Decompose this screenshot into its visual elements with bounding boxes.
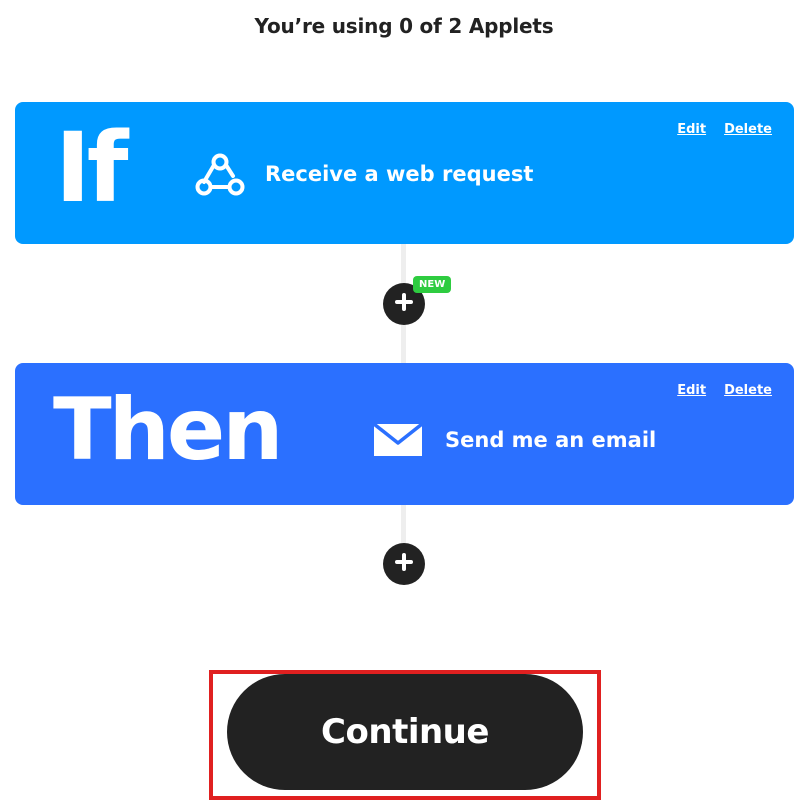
trigger-edit-link[interactable]: Edit [677, 122, 706, 137]
trigger-delete-link[interactable]: Delete [724, 122, 772, 137]
plus-icon [395, 553, 413, 575]
trigger-keyword: If [55, 112, 129, 224]
plus-icon [395, 293, 413, 315]
action-edit-link[interactable]: Edit [677, 383, 706, 398]
action-label: Send me an email [445, 428, 657, 452]
action-delete-link[interactable]: Delete [724, 383, 772, 398]
action-actions: Edit Delete [677, 383, 772, 398]
connector-line-bottom [401, 504, 406, 546]
continue-button[interactable]: Continue [227, 674, 583, 790]
trigger-actions: Edit Delete [677, 122, 772, 137]
applet-builder: You’re using 0 of 2 Applets If Receive a… [0, 0, 800, 800]
email-icon [373, 415, 425, 465]
action-card[interactable]: Then Send me an email Edit Delete [15, 363, 794, 505]
action-service: Send me an email [373, 415, 656, 465]
trigger-card[interactable]: If Receive a web request Edit Delete [15, 102, 794, 244]
trigger-label: Receive a web request [265, 162, 534, 186]
new-badge: NEW [413, 276, 452, 293]
trigger-service: Receive a web request [195, 149, 533, 199]
add-step-button-final[interactable] [383, 543, 425, 585]
usage-title: You’re using 0 of 2 Applets [254, 14, 554, 38]
action-keyword: Then [53, 380, 283, 480]
webhooks-icon [195, 149, 247, 199]
